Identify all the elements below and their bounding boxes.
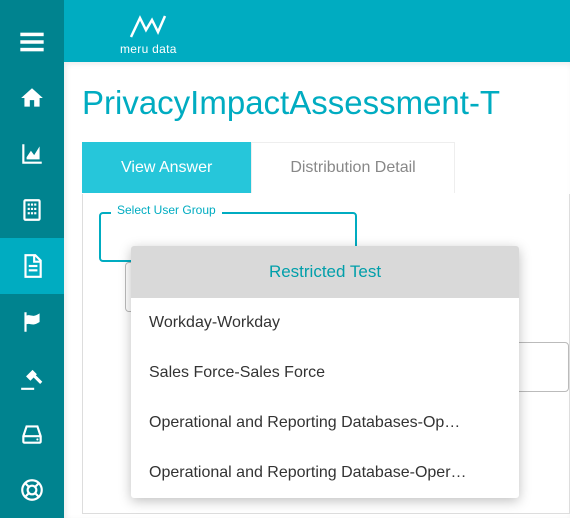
sidebar: [0, 0, 64, 518]
hamburger-icon: [18, 28, 46, 56]
dropdown-option-2[interactable]: Sales Force-Sales Force: [131, 348, 519, 398]
nav-building[interactable]: [0, 182, 64, 238]
nav-gavel[interactable]: [0, 350, 64, 406]
nav-home[interactable]: [0, 70, 64, 126]
tab-distribution-detail[interactable]: Distribution Detail: [251, 142, 454, 193]
brand-logo[interactable]: meru data: [120, 12, 177, 56]
lifebuoy-icon: [19, 477, 45, 503]
nav-flag[interactable]: [0, 294, 64, 350]
gavel-icon: [19, 365, 45, 391]
dropdown-option-4[interactable]: Operational and Reporting Database-Oper…: [131, 448, 519, 498]
flag-icon: [19, 309, 45, 335]
topbar: meru data: [64, 0, 570, 62]
building-icon: [19, 197, 45, 223]
brand-name: meru data: [120, 42, 177, 56]
dropdown-option-3[interactable]: Operational and Reporting Databases-Op…: [131, 398, 519, 448]
nav-drive[interactable]: [0, 406, 64, 462]
document-icon: [19, 253, 45, 279]
dropdown-option-1[interactable]: Workday-Workday: [131, 298, 519, 348]
page-title: PrivacyImpactAssessment-T: [82, 84, 570, 122]
nav-support[interactable]: [0, 462, 64, 518]
home-icon: [19, 85, 45, 111]
tab-view-answer[interactable]: View Answer: [82, 142, 251, 193]
brand-mountain-icon: [128, 12, 168, 40]
chart-icon: [19, 141, 45, 167]
user-group-dropdown[interactable]: Restricted Test Workday-Workday Sales Fo…: [131, 246, 519, 498]
nav-chart[interactable]: [0, 126, 64, 182]
dropdown-option-0[interactable]: Restricted Test: [131, 246, 519, 298]
menu-toggle[interactable]: [0, 14, 64, 70]
tabs: View Answer Distribution Detail: [82, 142, 570, 194]
select-user-group-label: Select User Group: [111, 203, 222, 217]
drive-icon: [19, 421, 45, 447]
nav-document[interactable]: [0, 238, 64, 294]
